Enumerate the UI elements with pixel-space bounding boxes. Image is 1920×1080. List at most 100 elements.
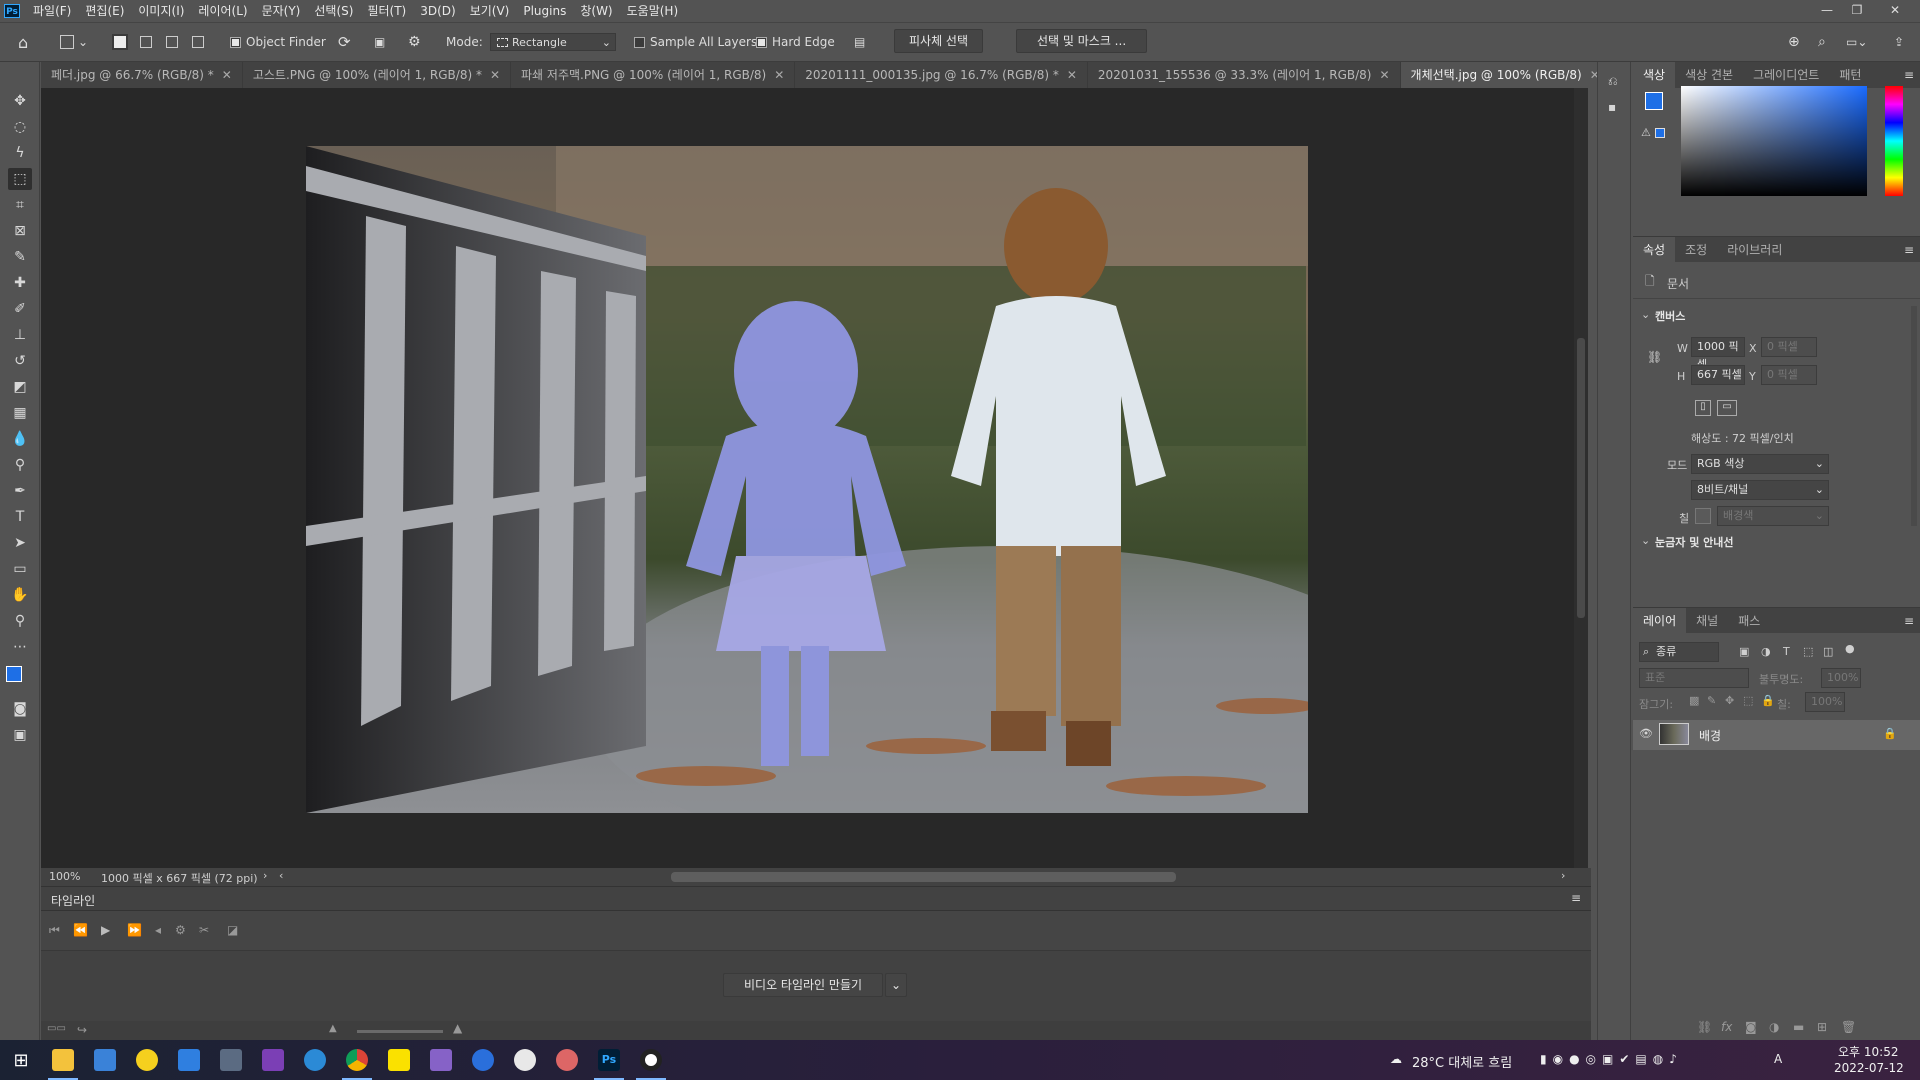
play-icon[interactable]: ▶ [101,923,110,937]
lock-position-icon[interactable]: ✥ [1725,694,1734,707]
tab-document[interactable]: 페더.jpg @ 66.7% (RGB/8) * ✕ [41,62,243,88]
menu-view[interactable]: 보기(V) [463,0,517,22]
menu-type[interactable]: 문자(Y) [255,0,308,22]
pen-tool-icon[interactable]: ✒ [8,480,32,502]
visual-studio-icon[interactable] [420,1040,462,1080]
hue-slider[interactable] [1885,86,1903,196]
export-icon[interactable]: ⇪ [1894,31,1904,53]
settings-gear-icon[interactable]: ⚙ [408,31,421,53]
healing-brush-tool-icon[interactable]: ✚ [8,272,32,294]
scroll-left-icon[interactable]: ‹ [279,869,283,882]
x-field[interactable]: 0 픽셀 [1761,337,1817,357]
tool-preset-picker[interactable]: ⌄ [60,31,88,53]
frame-tool-icon[interactable]: ⊠ [8,220,32,242]
tab-properties[interactable]: 속성 [1633,236,1676,263]
properties-menu-icon[interactable]: ≡ [1904,243,1914,257]
foreground-swatch[interactable] [1645,92,1663,110]
rulers-section-title[interactable]: 눈금자 및 안내선 [1655,534,1734,550]
timeline-zoom-slider[interactable] [357,1030,443,1033]
layer-row[interactable]: 👁 배경 🔒 [1633,720,1920,750]
recorder-icon[interactable] [630,1040,672,1080]
close-window-button[interactable]: ✕ [1880,0,1910,22]
bit-depth-dropdown[interactable]: 8비트/채널 ⌄ [1691,480,1829,500]
gamut-warning-icon[interactable]: ⚠ [1641,126,1651,139]
next-frame-icon[interactable]: ⏩ [127,923,142,937]
close-tab-icon[interactable]: ✕ [1067,68,1077,82]
enhance-icon[interactable]: ▤ [854,31,865,53]
select-and-mask-button[interactable]: 선택 및 마스크 ... [1016,29,1148,53]
blur-tool-icon[interactable]: 💧 [8,428,32,450]
split-icon[interactable]: ✂ [199,923,209,937]
quick-mask-icon[interactable]: ◙ [8,698,32,720]
edge-icon[interactable] [294,1040,336,1080]
first-frame-icon[interactable]: ⏮ [49,923,60,938]
timeline-title[interactable]: 타임라인 [51,892,95,909]
tab-channels[interactable]: 채널 [1686,608,1728,634]
gradient-tool-icon[interactable]: ▦ [8,402,32,424]
mode-dropdown[interactable]: Rectangle ⌄ [490,33,616,51]
system-tray-icons[interactable]: ▮◉●◎▣✔▤◍♪ [1540,1052,1683,1066]
portrait-orientation-icon[interactable]: ▯ [1695,400,1711,416]
todo-icon[interactable] [168,1040,210,1080]
menu-help[interactable]: 도움말(H) [620,0,686,22]
file-explorer-icon[interactable] [42,1040,84,1080]
close-tab-icon[interactable]: ✕ [222,68,232,82]
home-icon[interactable]: ⌂ [18,31,28,53]
close-tab-icon[interactable]: ✕ [1379,68,1389,82]
eraser-tool-icon[interactable]: ◩ [8,376,32,398]
tab-layers[interactable]: 레이어 [1633,607,1687,634]
menu-layer[interactable]: 레이어(L) [191,0,254,22]
workspace-icon[interactable]: ▭⌄ [1846,31,1867,53]
menu-filter[interactable]: 필터(T) [360,0,413,22]
kakaotalk-icon[interactable] [378,1040,420,1080]
zoom-out-icon[interactable]: ▲ [329,1023,337,1034]
fill-opacity-field[interactable]: 100% [1805,692,1845,712]
more-tools-icon[interactable]: ⋯ [8,636,32,658]
subtract-selection-icon[interactable] [166,31,178,53]
marquee-tool-icon[interactable]: ◌ [8,116,32,138]
properties-scrollbar[interactable] [1911,306,1917,526]
timeline-menu-icon[interactable]: ≡ [1571,891,1581,905]
lock-image-icon[interactable]: ✎ [1707,694,1716,707]
new-selection-icon[interactable] [112,31,128,53]
rectangle-tool-icon[interactable]: ▭ [8,558,32,580]
filter-adjustment-icon[interactable]: ◑ [1761,645,1771,658]
menu-select[interactable]: 선택(S) [307,0,360,22]
brush-tool-icon[interactable]: ✐ [8,298,32,320]
tab-document[interactable]: 20201111_000135.jpg @ 16.7% (RGB/8) * ✕ [795,62,1088,88]
color-mode-dropdown[interactable]: RGB 색상 ⌄ [1691,454,1829,474]
weather-icon[interactable]: ☁ [1390,1052,1402,1066]
sample-all-layers-toggle[interactable]: Sample All Layers [634,31,757,53]
new-group-icon[interactable]: ▬ [1793,1020,1804,1034]
tab-paths[interactable]: 패스 [1728,608,1770,634]
tab-gradients[interactable]: 그레이디언트 [1743,62,1829,88]
zoom-tool-icon[interactable]: ⚲ [8,610,32,632]
filter-pixel-icon[interactable]: ▣ [1739,645,1749,658]
web-safe-swatch[interactable] [1655,128,1665,138]
object-finder-toggle[interactable]: Object Finder [230,31,326,53]
crop-tool-icon[interactable]: ⌗ [8,194,32,216]
create-video-timeline-button[interactable]: 비디오 타임라인 만들기 [723,973,884,997]
lock-transparent-icon[interactable]: ▩ [1689,694,1699,707]
clone-stamp-tool-icon[interactable]: ⊥ [8,324,32,346]
document-info[interactable]: 1000 픽셀 x 667 픽셀 (72 ppi) [101,870,258,886]
blend-mode-dropdown[interactable]: 표준 [1639,668,1749,688]
object-finder-checkbox[interactable] [230,36,241,48]
clock-date[interactable]: 2022-07-12 [1834,1061,1904,1075]
canvas-section-chevron-icon[interactable]: ⌄ [1641,308,1650,321]
zoom-in-icon[interactable]: ▲ [453,1021,462,1035]
slack-icon[interactable] [504,1040,546,1080]
filter-type-icon[interactable]: T [1783,645,1790,658]
filter-smart-object-icon[interactable]: ◫ [1823,645,1833,658]
tab-libraries[interactable]: 라이브러리 [1717,237,1792,263]
share-icon[interactable]: ⊕ [1788,31,1800,53]
document-canvas[interactable] [306,146,1308,813]
onenote-icon[interactable] [252,1040,294,1080]
zoom-level[interactable]: 100% [49,870,80,883]
menu-edit[interactable]: 편집(E) [78,0,131,22]
tab-document[interactable]: 고스트.PNG @ 100% (레이어 1, RGB/8) * ✕ [242,62,512,88]
minimize-button[interactable]: — [1812,0,1842,22]
eyedropper-tool-icon[interactable]: ✎ [8,246,32,268]
screen-mode-icon[interactable]: ▣ [8,724,32,746]
horizontal-scrollbar-thumb[interactable] [671,872,1176,882]
